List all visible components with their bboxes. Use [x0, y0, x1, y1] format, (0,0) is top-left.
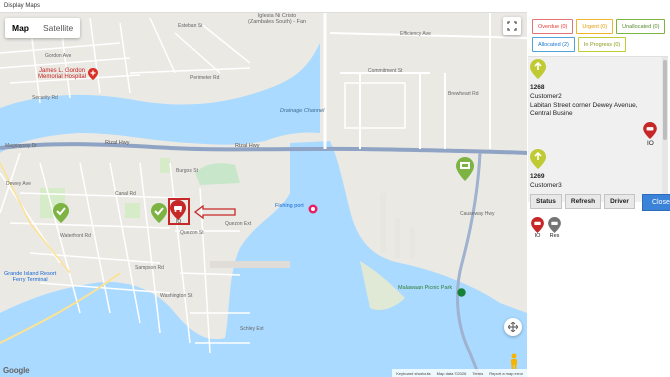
job-pin-icon — [530, 59, 546, 79]
map-label-canal-rd: Canal Rd — [115, 191, 136, 197]
io-pin-icon — [531, 217, 544, 233]
job-list[interactable]: 1268 Customer2 Labitan Street corner Dew… — [528, 56, 668, 202]
close-button[interactable]: Close — [641, 194, 670, 211]
map-label-drainage: Drainage Channel — [280, 108, 325, 114]
status-button[interactable]: Status — [530, 194, 562, 209]
job-id: 1269 — [530, 173, 545, 180]
pegman-icon[interactable] — [508, 353, 520, 369]
window-title: Display Maps — [4, 3, 41, 9]
map-label-malawaan: Malawaan Picnic Park — [398, 285, 453, 291]
map-label-quezon: Quezon St — [180, 230, 204, 236]
map-label-magsaysay: Magsaysay Dr — [5, 143, 37, 149]
filter-in-progress[interactable]: In Progress (0) — [577, 37, 627, 52]
filter-overdue[interactable]: Overdue (0) — [532, 19, 574, 34]
filter-allocated[interactable]: Allocated (2) — [532, 37, 575, 52]
action-buttons: Status Refresh Driver Close — [530, 194, 670, 211]
map-label-washington: Washington St — [160, 293, 193, 299]
driver-button[interactable]: Driver — [604, 194, 635, 209]
map-label-hospital: James L. Gordon Memorial Hospital — [38, 68, 87, 80]
res-pin-icon — [548, 217, 561, 233]
location-button[interactable] — [504, 318, 522, 336]
map-label-esteban: Esteban St — [178, 23, 203, 29]
scrollbar-thumb[interactable] — [663, 60, 667, 140]
map-label-gordon: Gordon Ave — [45, 53, 72, 59]
terms-link[interactable]: Terms — [472, 371, 483, 376]
allocated-job-marker[interactable] — [53, 203, 69, 223]
selected-marker-highlight — [168, 198, 190, 225]
map-label-quezon-ext: Quezon Ext — [225, 221, 252, 227]
map-label-dewey: Dewey Ave — [6, 181, 31, 187]
map-label-perimeter: Perimeter Rd — [190, 75, 220, 81]
map-label-fishing-port: Fishing port — [275, 203, 304, 209]
map-type-map-button[interactable]: Map — [5, 18, 36, 38]
job-vehicle-tag: IO — [647, 140, 654, 147]
job-vehicle-pin-icon — [643, 122, 657, 139]
depot-marker[interactable] — [456, 157, 474, 181]
refresh-button[interactable]: Refresh — [564, 194, 602, 209]
map-label-security-rd: Security Rd — [32, 95, 58, 101]
fishing-port-icon — [308, 204, 318, 214]
job-address: Labitan Street corner Dewey Avenue, Cent… — [530, 102, 638, 117]
marker-legend: IO Res — [531, 217, 561, 239]
job-pin-icon — [530, 149, 546, 169]
map-label-burgos: Burgos St — [176, 168, 198, 174]
map-label-causeway-hwy: Causeway Hwy — [460, 211, 495, 217]
park-icon — [457, 288, 466, 297]
report-error-link[interactable]: Report a map error — [489, 371, 523, 376]
map-label-brewhearst: Brewheart Rd — [448, 91, 479, 97]
legend-item-res: Res — [548, 217, 561, 239]
allocated-job-marker[interactable] — [151, 203, 167, 223]
hospital-icon — [88, 68, 98, 80]
map-label-schley: Schley Ext — [240, 326, 264, 332]
pointer-arrow-icon — [193, 205, 236, 219]
filter-unallocated[interactable]: Unallocated (0) — [616, 19, 666, 34]
map-type-satellite-button[interactable]: Satellite — [36, 18, 80, 38]
map-label-sampson: Sampson Rd — [135, 265, 164, 271]
job-customer: Customer2 — [530, 93, 562, 100]
map-label-efficiency: Efficiency Ave — [400, 31, 431, 37]
status-filters: Overdue (0) Urgent (0) Unallocated (0) A… — [528, 12, 670, 52]
map-label-grande-island: Grande Island Resort Ferry Terminal — [4, 271, 57, 283]
legend-item-io: IO — [531, 217, 544, 239]
map-canvas[interactable]: Map Satellite Iglesia Ni Cristo (Zambales… — [0, 12, 527, 377]
fullscreen-icon — [507, 21, 517, 31]
map-label-rizal-2: Rizal Hwy — [235, 143, 260, 149]
map-data-attribution: Map data ©2026 — [436, 370, 467, 376]
map-label-iglesia: Iglesia Ni Cristo (Zambales South) - Fan — [248, 13, 307, 25]
filter-urgent[interactable]: Urgent (0) — [576, 19, 614, 34]
google-logo: Google — [3, 366, 30, 375]
map-label-commitment: Commitment St — [368, 68, 403, 74]
map-label-rizal-1: Rizal Hwy — [105, 140, 130, 146]
map-footer: Keyboard shortcuts Map data ©2026 Terms … — [392, 369, 527, 377]
legend-label: IO — [534, 233, 541, 239]
job-list-scrollbar[interactable] — [662, 57, 668, 202]
job-id: 1268 — [530, 84, 545, 91]
map-type-control: Map Satellite — [5, 18, 81, 38]
keyboard-shortcuts-link[interactable]: Keyboard shortcuts — [396, 371, 430, 376]
legend-label: Res — [549, 233, 560, 239]
map-label-waterfront: Waterfront Rd — [60, 233, 91, 239]
move-icon — [508, 322, 518, 332]
fullscreen-button[interactable] — [503, 17, 521, 35]
job-customer: Customer3 — [530, 182, 562, 189]
job-panel: Overdue (0) Urgent (0) Unallocated (0) A… — [528, 12, 670, 377]
